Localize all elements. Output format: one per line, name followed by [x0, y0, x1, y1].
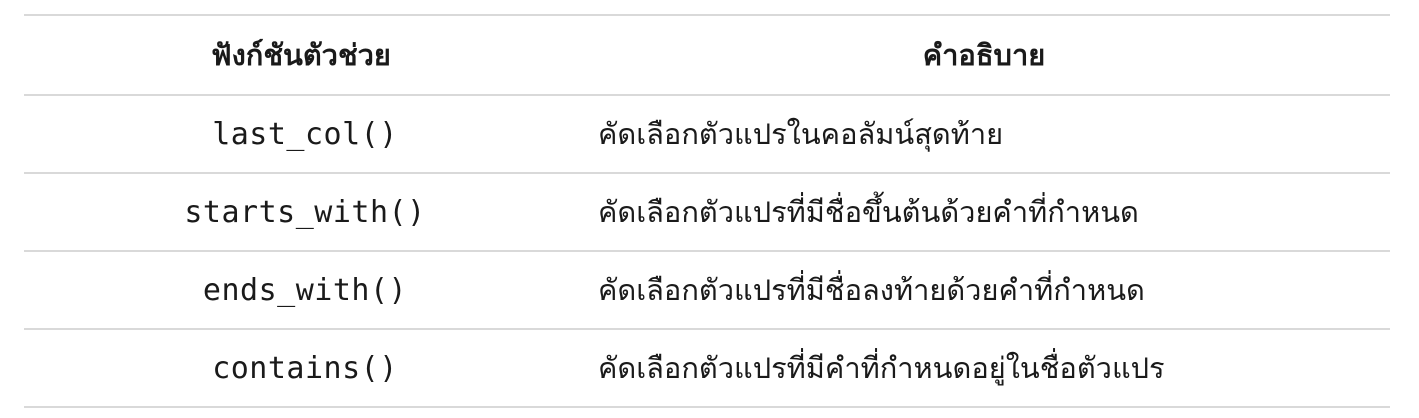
description-cell: คัดเลือกตัวแปรในคอลัมน์สุดท้าย [598, 117, 1004, 151]
description-cell: คัดเลือกตัวแปรที่มีชื่อขึ้นต้นด้วยคำที่ก… [598, 195, 1139, 229]
header-function: ฟังก์ชันตัวช่วย [211, 38, 391, 72]
description-cell: คัดเลือกตัวแปรที่มีคำที่กำหนดอยู่ในชื่อต… [598, 351, 1165, 385]
table-row: ends_with() คัดเลือกตัวแปรที่มีชื่อลงท้า… [24, 252, 1390, 330]
helper-functions-table: ฟังก์ชันตัวช่วย คำอธิบาย last_col() คัดเ… [24, 14, 1390, 408]
table-row: starts_with() คัดเลือกตัวแปรที่มีชื่อขึ้… [24, 174, 1390, 252]
function-cell: ends_with() [202, 272, 408, 308]
header-description: คำอธิบาย [922, 38, 1046, 72]
description-cell: คัดเลือกตัวแปรที่มีชื่อลงท้ายด้วยคำที่กำ… [598, 273, 1145, 307]
function-cell: contains() [212, 350, 398, 386]
table-row: last_col() คัดเลือกตัวแปรในคอลัมน์สุดท้า… [24, 96, 1390, 174]
table-header-row: ฟังก์ชันตัวช่วย คำอธิบาย [24, 16, 1390, 96]
function-cell: starts_with() [184, 194, 426, 230]
function-cell: last_col() [212, 116, 398, 152]
table-row: contains() คัดเลือกตัวแปรที่มีคำที่กำหนด… [24, 330, 1390, 408]
